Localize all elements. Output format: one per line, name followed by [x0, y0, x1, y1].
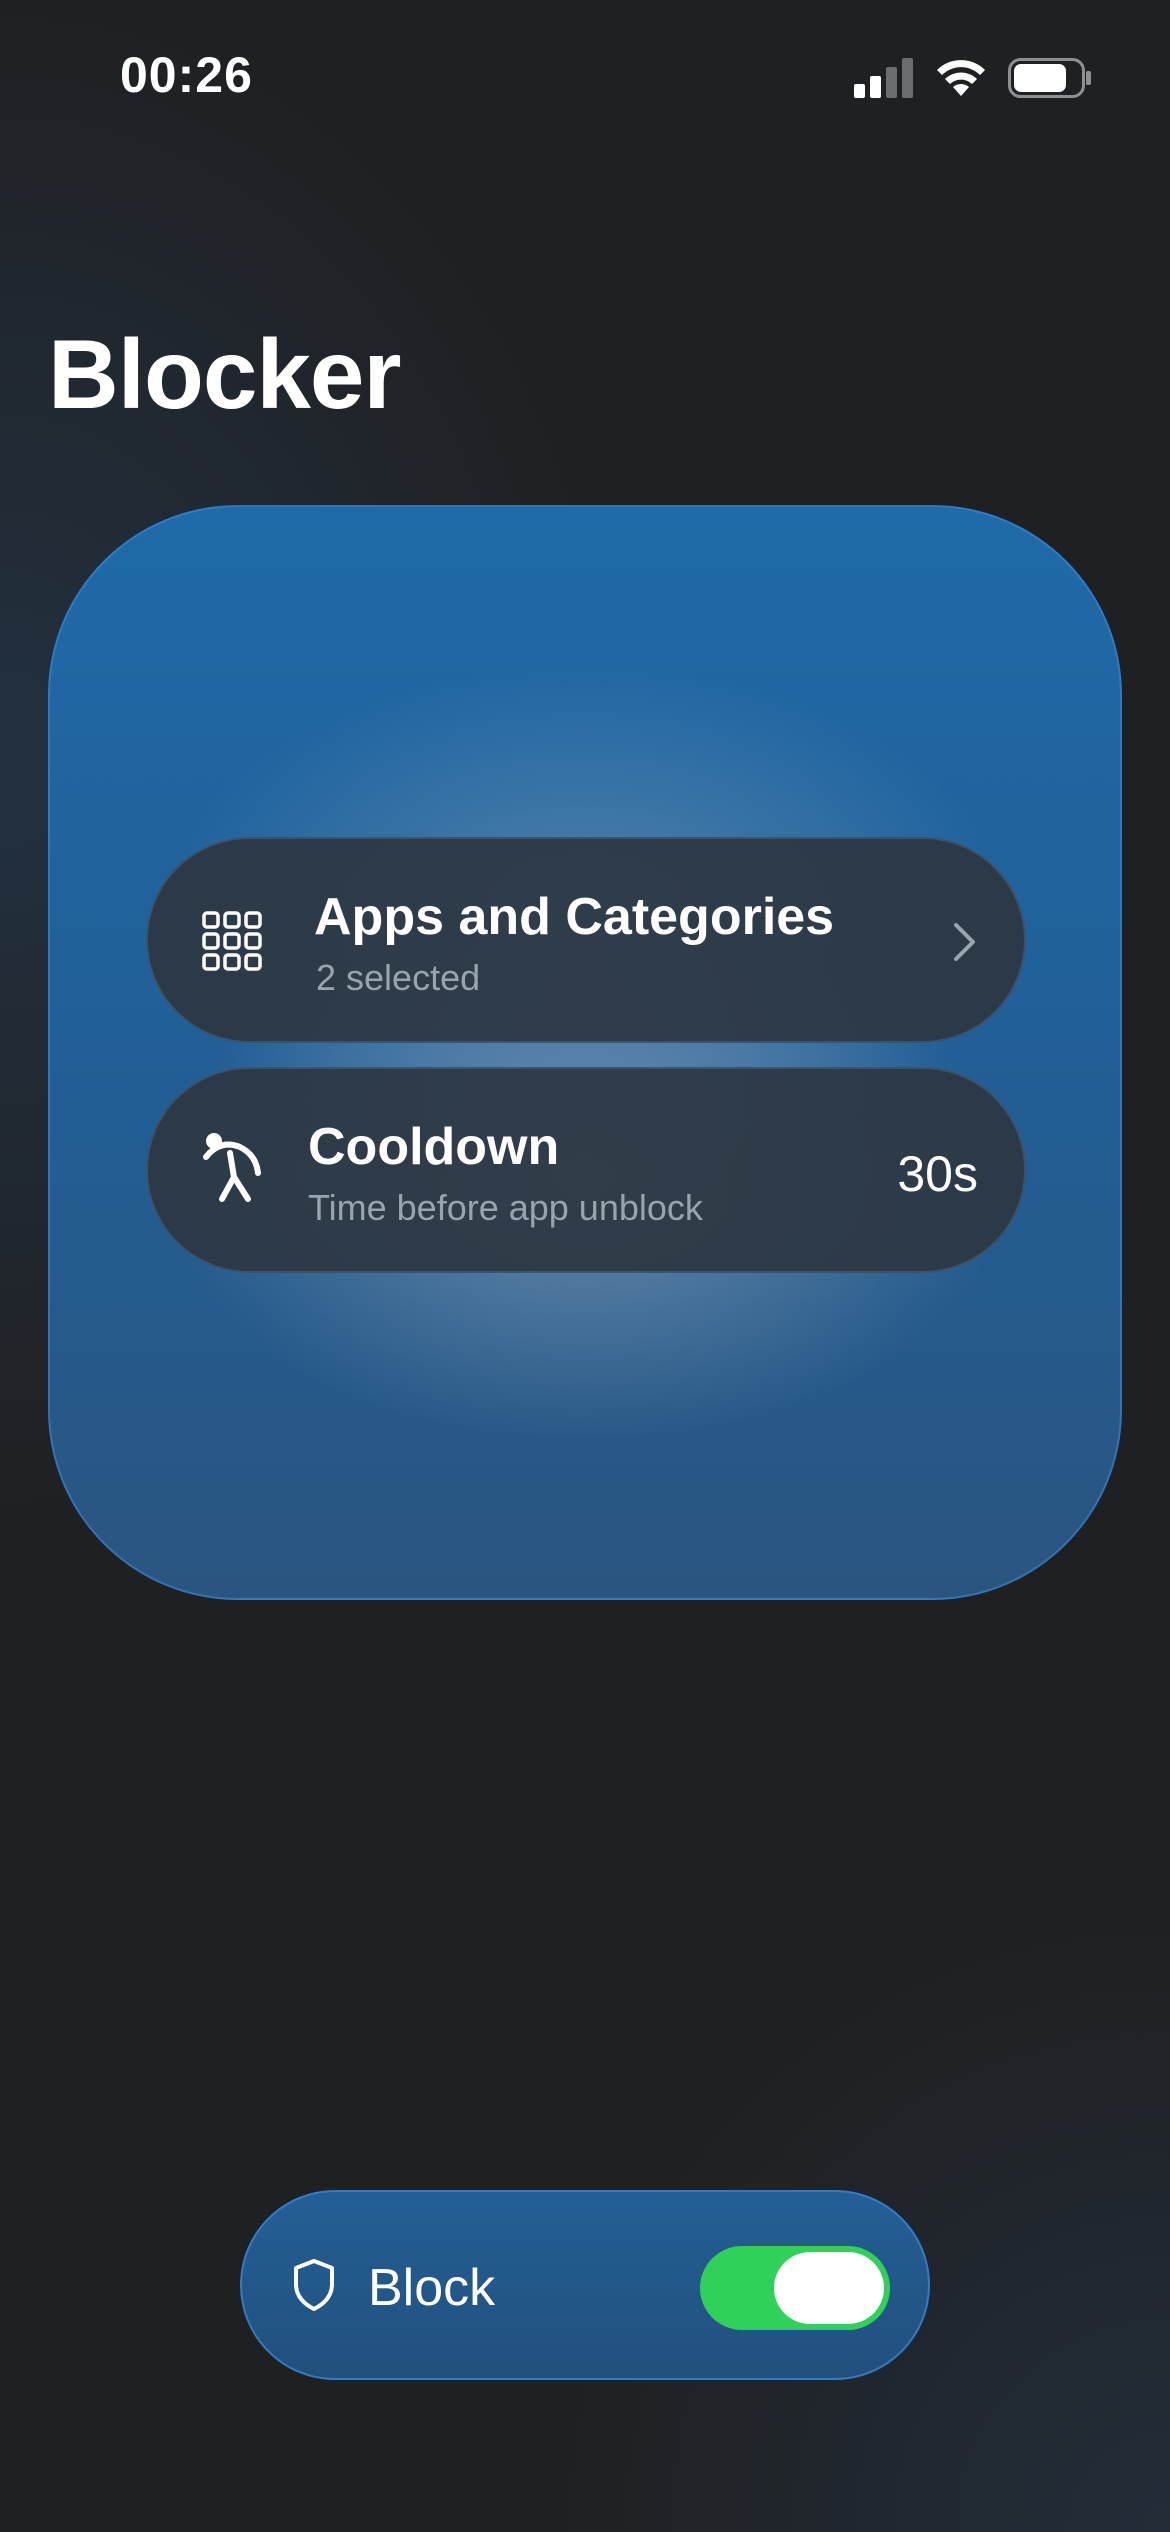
- apps-and-categories-row[interactable]: Apps and Categories 2 selected: [146, 837, 1026, 1043]
- status-time: 00:26: [120, 47, 253, 103]
- cellular-signal-icon: [854, 58, 913, 98]
- cooldown-row-title: Cooldown: [308, 1118, 560, 1176]
- cooldown-row-subtitle: Time before app unblock: [308, 1187, 703, 1228]
- screen: 00:26 Blocker Apps and Categories 2 sele…: [0, 0, 1170, 2532]
- stretch-icon: [203, 1133, 261, 1202]
- block-label: Block: [368, 2259, 496, 2317]
- cooldown-row[interactable]: Cooldown Time before app unblock 30s: [146, 1067, 1026, 1273]
- chevron-right-icon: [954, 923, 975, 961]
- cooldown-value: 30s: [897, 1146, 978, 1202]
- shield-icon: [294, 2259, 334, 2311]
- apps-row-subtitle: 2 selected: [316, 957, 481, 998]
- wifi-icon: [937, 60, 985, 96]
- battery-icon: [1008, 58, 1091, 98]
- apps-row-title: Apps and Categories: [314, 888, 835, 946]
- block-control: Block: [240, 2190, 930, 2380]
- block-toggle[interactable]: [700, 2246, 890, 2330]
- status-bar: 00:26: [0, 0, 1170, 150]
- toggle-knob: [774, 2252, 884, 2324]
- grid-icon: [202, 911, 262, 971]
- settings-card: Apps and Categories 2 selected Cooldown …: [48, 505, 1122, 1600]
- page-title: Blocker: [48, 319, 402, 429]
